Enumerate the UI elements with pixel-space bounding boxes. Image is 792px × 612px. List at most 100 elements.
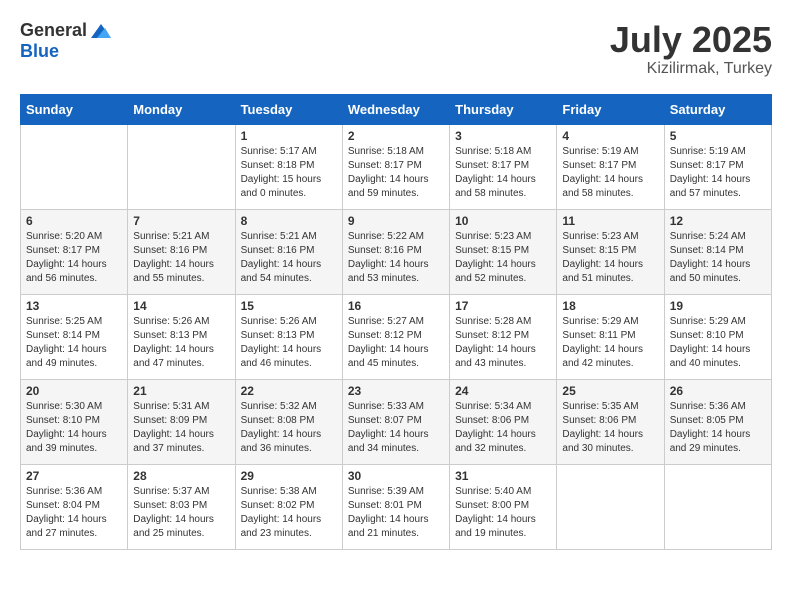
- calendar-cell: 17 Sunrise: 5:28 AMSunset: 8:12 PMDayligh…: [450, 294, 557, 379]
- day-number: 3: [455, 129, 551, 143]
- calendar-cell: 23Sunrise: 5:33 AMSunset: 8:07 PMDayligh…: [342, 379, 449, 464]
- cell-content: Sunrise: 5:27 AMSunset: 8:12 PMDaylight:…: [348, 315, 444, 371]
- cell-content: Sunrise: 5:40 AMSunset: 8:00 PMDaylight:…: [455, 485, 551, 541]
- cell-content: Sunrise: 5:17 AMSunset: 8:18 PMDaylight:…: [241, 145, 337, 201]
- calendar-cell: 12 Sunrise: 5:24 AMSunset: 8:14 PMDayligh…: [664, 209, 771, 294]
- cell-content: Sunrise: 5:21 AMSunset: 8:16 PMDaylight:…: [133, 230, 229, 286]
- day-number: 22: [241, 384, 337, 398]
- cell-content: Sunrise: 5:22 AMSunset: 8:16 PMDaylight:…: [348, 230, 444, 286]
- cell-content: Sunrise: 5:19 AMSunset: 8:17 PMDaylight:…: [562, 145, 658, 201]
- calendar-cell: 22 Sunrise: 5:32 AMSunset: 8:08 PMDayligh…: [235, 379, 342, 464]
- calendar-cell: 26Sunrise: 5:36 AMSunset: 8:05 PMDayligh…: [664, 379, 771, 464]
- day-number: 20: [26, 384, 122, 398]
- cell-content: Sunrise: 5:32 AMSunset: 8:08 PMDaylight:…: [241, 400, 337, 456]
- calendar-cell: 24 Sunrise: 5:34 AMSunset: 8:06 PMDayligh…: [450, 379, 557, 464]
- calendar-cell: 10Sunrise: 5:23 AMSunset: 8:15 PMDayligh…: [450, 209, 557, 294]
- day-number: 8: [241, 214, 337, 228]
- day-number: 24: [455, 384, 551, 398]
- title-block: July 2025 Kizilirmak, Turkey: [610, 20, 772, 78]
- calendar-cell: 4 Sunrise: 5:19 AMSunset: 8:17 PMDaylight…: [557, 124, 664, 209]
- day-number: 11: [562, 214, 658, 228]
- calendar-cell: 16 Sunrise: 5:27 AMSunset: 8:12 PMDayligh…: [342, 294, 449, 379]
- calendar-cell: 9Sunrise: 5:22 AMSunset: 8:16 PMDaylight…: [342, 209, 449, 294]
- calendar-cell: 1 Sunrise: 5:17 AMSunset: 8:18 PMDaylight…: [235, 124, 342, 209]
- day-number: 21: [133, 384, 229, 398]
- cell-content: Sunrise: 5:26 AMSunset: 8:13 PMDaylight:…: [241, 315, 337, 371]
- cell-content: Sunrise: 5:18 AMSunset: 8:17 PMDaylight:…: [348, 145, 444, 201]
- day-number: 1: [241, 129, 337, 143]
- weekday-header-friday: Friday: [557, 94, 664, 124]
- calendar-cell: 3Sunrise: 5:18 AMSunset: 8:17 PMDaylight…: [450, 124, 557, 209]
- cell-content: Sunrise: 5:30 AMSunset: 8:10 PMDaylight:…: [26, 400, 122, 456]
- day-number: 25: [562, 384, 658, 398]
- cell-content: Sunrise: 5:36 AMSunset: 8:04 PMDaylight:…: [26, 485, 122, 541]
- day-number: 17: [455, 299, 551, 313]
- calendar-cell: 8 Sunrise: 5:21 AMSunset: 8:16 PMDaylight…: [235, 209, 342, 294]
- calendar-cell: [664, 464, 771, 549]
- weekday-header-saturday: Saturday: [664, 94, 771, 124]
- logo-icon: [89, 20, 111, 42]
- cell-content: Sunrise: 5:23 AMSunset: 8:15 PMDaylight:…: [562, 230, 658, 286]
- day-number: 13: [26, 299, 122, 313]
- cell-content: Sunrise: 5:21 AMSunset: 8:16 PMDaylight:…: [241, 230, 337, 286]
- weekday-header-wednesday: Wednesday: [342, 94, 449, 124]
- calendar-cell: 20 Sunrise: 5:30 AMSunset: 8:10 PMDayligh…: [21, 379, 128, 464]
- day-number: 31: [455, 469, 551, 483]
- week-row-5: 27 Sunrise: 5:36 AMSunset: 8:04 PMDayligh…: [21, 464, 772, 549]
- cell-content: Sunrise: 5:33 AMSunset: 8:07 PMDaylight:…: [348, 400, 444, 456]
- cell-content: Sunrise: 5:26 AMSunset: 8:13 PMDaylight:…: [133, 315, 229, 371]
- day-number: 14: [133, 299, 229, 313]
- weekday-header-thursday: Thursday: [450, 94, 557, 124]
- logo: General Blue: [20, 20, 111, 62]
- day-number: 18: [562, 299, 658, 313]
- day-number: 2: [348, 129, 444, 143]
- week-row-2: 6 Sunrise: 5:20 AMSunset: 8:17 PMDaylight…: [21, 209, 772, 294]
- logo-general: General: [20, 21, 87, 41]
- day-number: 30: [348, 469, 444, 483]
- cell-content: Sunrise: 5:29 AMSunset: 8:10 PMDaylight:…: [670, 315, 766, 371]
- cell-content: Sunrise: 5:31 AMSunset: 8:09 PMDaylight:…: [133, 400, 229, 456]
- week-row-4: 20 Sunrise: 5:30 AMSunset: 8:10 PMDayligh…: [21, 379, 772, 464]
- calendar-cell: 15 Sunrise: 5:26 AMSunset: 8:13 PMDayligh…: [235, 294, 342, 379]
- weekday-header-tuesday: Tuesday: [235, 94, 342, 124]
- cell-content: Sunrise: 5:25 AMSunset: 8:14 PMDaylight:…: [26, 315, 122, 371]
- cell-content: Sunrise: 5:23 AMSunset: 8:15 PMDaylight:…: [455, 230, 551, 286]
- calendar-cell: 27 Sunrise: 5:36 AMSunset: 8:04 PMDayligh…: [21, 464, 128, 549]
- weekday-header-row: SundayMondayTuesdayWednesdayThursdayFrid…: [21, 94, 772, 124]
- calendar-cell: 5 Sunrise: 5:19 AMSunset: 8:17 PMDaylight…: [664, 124, 771, 209]
- day-number: 28: [133, 469, 229, 483]
- day-number: 4: [562, 129, 658, 143]
- calendar-cell: 28Sunrise: 5:37 AMSunset: 8:03 PMDayligh…: [128, 464, 235, 549]
- cell-content: Sunrise: 5:20 AMSunset: 8:17 PMDaylight:…: [26, 230, 122, 286]
- calendar-cell: [557, 464, 664, 549]
- calendar-cell: 14 Sunrise: 5:26 AMSunset: 8:13 PMDayligh…: [128, 294, 235, 379]
- logo-blue: Blue: [20, 42, 111, 62]
- cell-content: Sunrise: 5:36 AMSunset: 8:05 PMDaylight:…: [670, 400, 766, 456]
- calendar-cell: [21, 124, 128, 209]
- cell-content: Sunrise: 5:39 AMSunset: 8:01 PMDaylight:…: [348, 485, 444, 541]
- cell-content: Sunrise: 5:34 AMSunset: 8:06 PMDaylight:…: [455, 400, 551, 456]
- day-number: 16: [348, 299, 444, 313]
- calendar-cell: 19Sunrise: 5:29 AMSunset: 8:10 PMDayligh…: [664, 294, 771, 379]
- page-header: General Blue July 2025 Kizilirmak, Turke…: [20, 20, 772, 78]
- day-number: 12: [670, 214, 766, 228]
- cell-content: Sunrise: 5:19 AMSunset: 8:17 PMDaylight:…: [670, 145, 766, 201]
- cell-content: Sunrise: 5:24 AMSunset: 8:14 PMDaylight:…: [670, 230, 766, 286]
- calendar-cell: 25 Sunrise: 5:35 AMSunset: 8:06 PMDayligh…: [557, 379, 664, 464]
- cell-content: Sunrise: 5:28 AMSunset: 8:12 PMDaylight:…: [455, 315, 551, 371]
- calendar-cell: 7Sunrise: 5:21 AMSunset: 8:16 PMDaylight…: [128, 209, 235, 294]
- cell-content: Sunrise: 5:29 AMSunset: 8:11 PMDaylight:…: [562, 315, 658, 371]
- calendar-cell: [128, 124, 235, 209]
- cell-content: Sunrise: 5:38 AMSunset: 8:02 PMDaylight:…: [241, 485, 337, 541]
- weekday-header-sunday: Sunday: [21, 94, 128, 124]
- week-row-1: 1 Sunrise: 5:17 AMSunset: 8:18 PMDaylight…: [21, 124, 772, 209]
- day-number: 6: [26, 214, 122, 228]
- location-title: Kizilirmak, Turkey: [610, 60, 772, 78]
- day-number: 5: [670, 129, 766, 143]
- calendar-cell: 29 Sunrise: 5:38 AMSunset: 8:02 PMDayligh…: [235, 464, 342, 549]
- cell-content: Sunrise: 5:35 AMSunset: 8:06 PMDaylight:…: [562, 400, 658, 456]
- day-number: 29: [241, 469, 337, 483]
- calendar-cell: 13 Sunrise: 5:25 AMSunset: 8:14 PMDayligh…: [21, 294, 128, 379]
- day-number: 27: [26, 469, 122, 483]
- day-number: 15: [241, 299, 337, 313]
